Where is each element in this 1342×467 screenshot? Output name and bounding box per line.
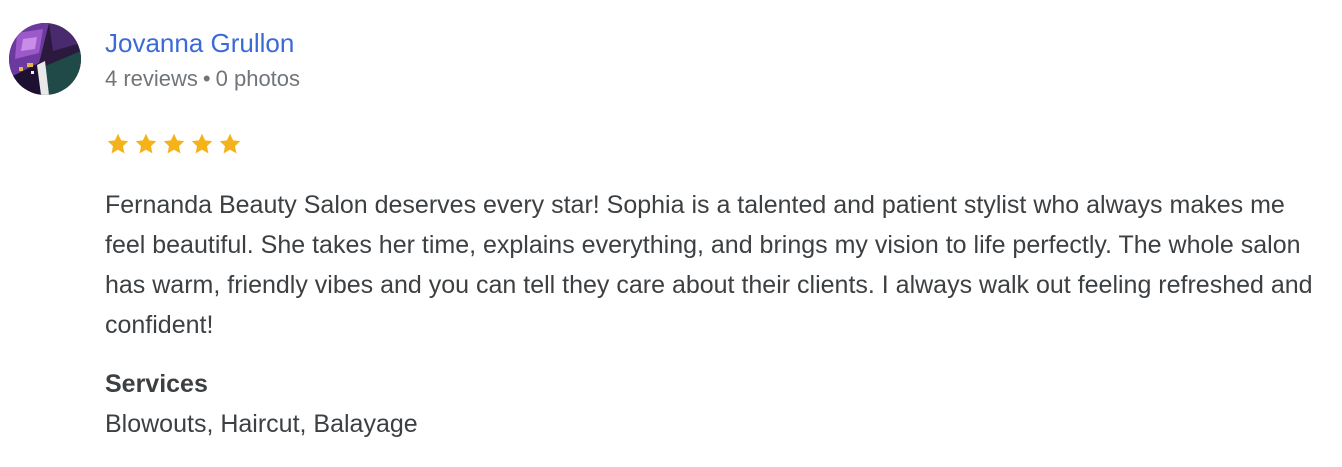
avatar-image [9, 23, 81, 95]
services-value: Blowouts, Haircut, Balayage [105, 410, 418, 438]
photos-count: 0 photos [215, 66, 301, 91]
star-icon [219, 133, 241, 154]
review-text: Fernanda Beauty Salon deserves every sta… [105, 191, 1313, 339]
author-meta: 4 reviews • 0 photos [105, 64, 300, 94]
star-icon [107, 133, 129, 154]
avatar[interactable] [9, 23, 81, 95]
meta-separator: • [202, 66, 211, 91]
reviews-count: 4 reviews [105, 66, 198, 91]
review-card: Jovanna Grullon 4 reviews • 0 photos Ferna… [0, 0, 1342, 467]
author-name-link[interactable]: Jovanna Grullon [105, 26, 294, 60]
services-label: Services [105, 370, 208, 398]
star-rating [105, 131, 243, 157]
star-icon [163, 133, 185, 154]
star-icon [135, 133, 157, 154]
star-icon [191, 133, 213, 154]
